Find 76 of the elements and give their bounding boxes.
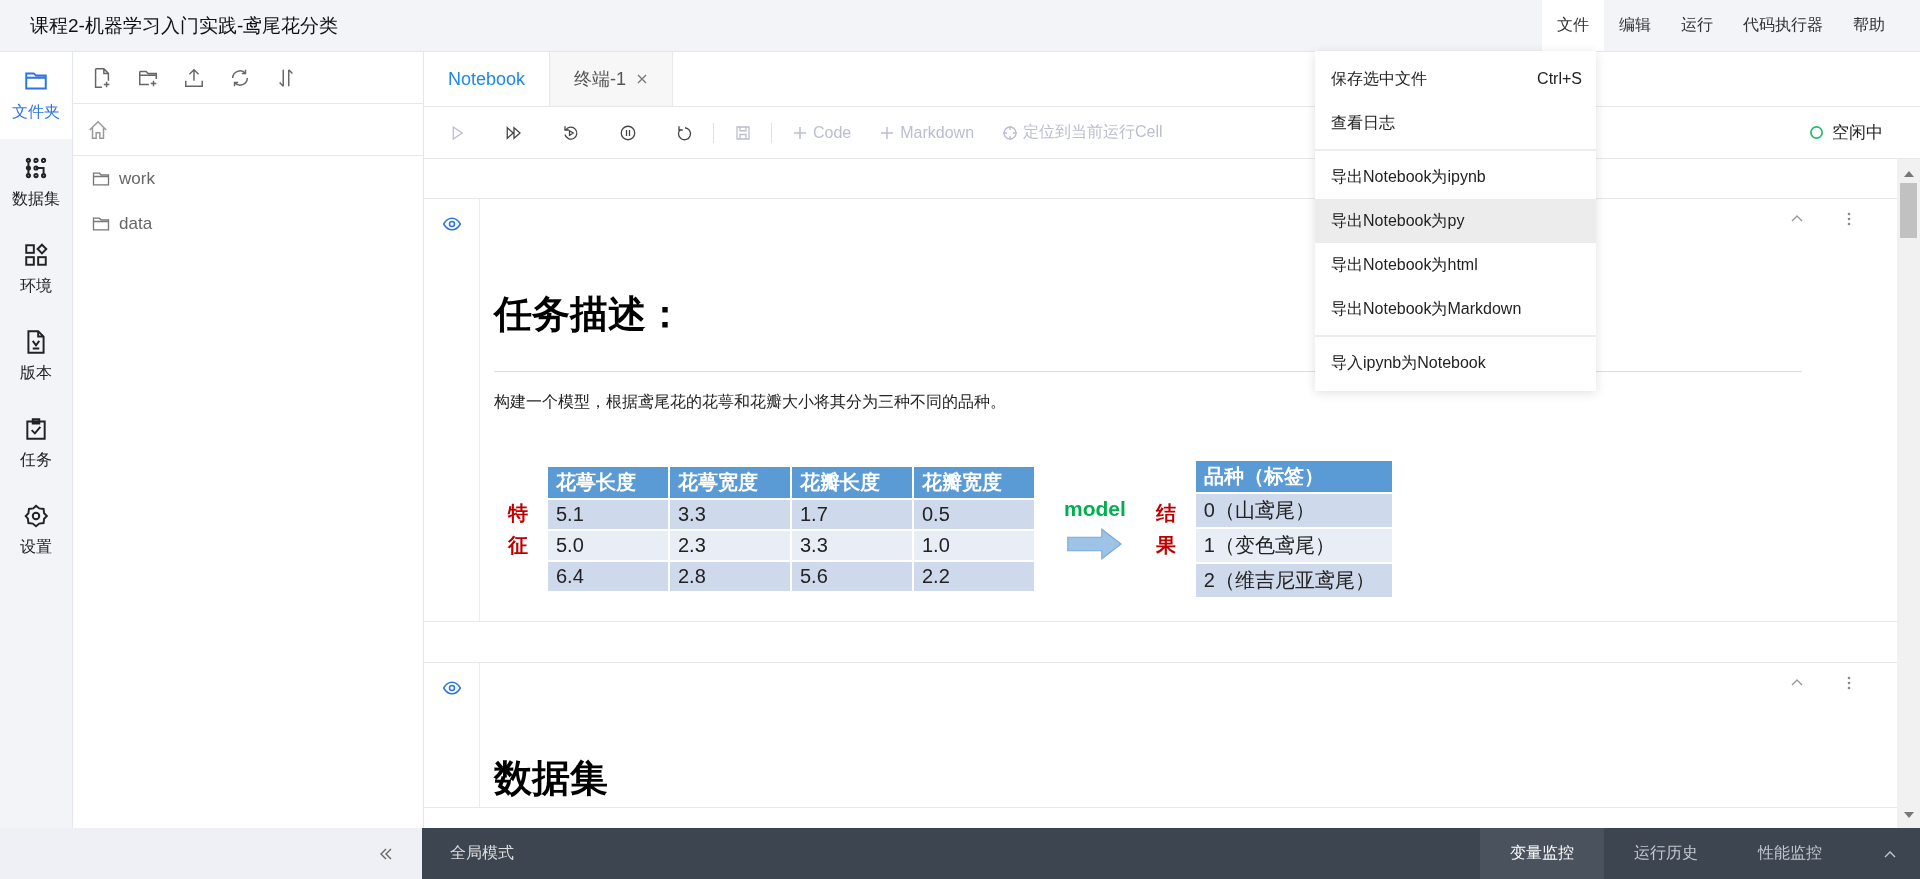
kernel-status: 空闲中 — [1832, 122, 1883, 144]
table-cell: 0（山鸢尾） — [1194, 493, 1393, 528]
table-cell: 2.3 — [669, 530, 791, 561]
global-mode-label: 全局模式 — [449, 843, 514, 863]
pause-icon[interactable] — [619, 123, 637, 142]
grid-icon — [23, 242, 49, 268]
table-header: 花萼宽度 — [669, 466, 791, 499]
table-cell: 1（变色鸢尾） — [1194, 528, 1393, 563]
idle-status-icon — [1809, 125, 1824, 140]
table-header: 品种（标签） — [1194, 460, 1393, 493]
table-header: 花萼长度 — [547, 466, 669, 499]
restart-icon[interactable] — [676, 123, 694, 142]
menu-item[interactable]: 文件 — [1542, 0, 1604, 51]
table-cell: 0.5 — [913, 499, 1035, 530]
dataset-icon — [23, 155, 49, 181]
table-cell: 3.3 — [669, 499, 791, 530]
sidebar-item[interactable]: 任务 — [0, 400, 72, 487]
plus-icon — [879, 124, 896, 141]
menu-item[interactable]: 导出Notebook为py — [1315, 199, 1596, 243]
settings-icon — [23, 503, 49, 529]
bottom-tab[interactable]: 性能监控 — [1728, 828, 1852, 879]
sidebar-item[interactable]: 设置 — [0, 487, 72, 574]
table-cell: 5.6 — [791, 561, 913, 592]
tab[interactable]: 终端-1 — [550, 52, 674, 106]
sidebar-item[interactable]: 版本 — [0, 313, 72, 400]
features-label: 特征 — [508, 501, 528, 558]
shortcut-text: Ctrl+S — [1537, 70, 1582, 88]
home-icon[interactable] — [87, 118, 109, 141]
table-cell: 2（维吉尼亚鸢尾） — [1194, 563, 1393, 598]
table-header: 花瓣宽度 — [913, 466, 1035, 499]
menu-item[interactable]: 编辑 — [1604, 0, 1666, 51]
menu-item[interactable]: 导出Notebook为Markdown — [1315, 287, 1596, 331]
scroll-up-icon[interactable] — [1903, 171, 1914, 177]
table-cell: 1.7 — [791, 499, 913, 530]
model-label: model — [1064, 497, 1126, 521]
menu-item[interactable]: 帮助 — [1838, 0, 1900, 51]
bottom-tab[interactable]: 运行历史 — [1604, 828, 1728, 879]
eye-icon[interactable] — [441, 678, 462, 698]
restart-run-icon[interactable] — [562, 123, 580, 142]
cell-heading: 数据集 — [494, 756, 608, 801]
table-cell: 2.2 — [913, 561, 1035, 592]
result-label: 结果 — [1155, 501, 1176, 558]
run-all-icon[interactable] — [505, 123, 523, 142]
upload-icon[interactable] — [183, 66, 205, 89]
bottom-tab[interactable]: 变量监控 — [1480, 828, 1604, 879]
table-cell: 6.4 — [547, 561, 669, 592]
close-icon[interactable] — [636, 73, 649, 85]
menu-item[interactable]: 导出Notebook为html — [1315, 243, 1596, 287]
table-cell: 2.8 — [669, 561, 791, 592]
menu-item[interactable]: 代码执行器 — [1728, 0, 1838, 51]
eye-icon[interactable] — [441, 214, 462, 234]
sidebar-item[interactable]: 文件夹 — [0, 52, 72, 139]
cell-heading: 任务描述： — [494, 292, 684, 337]
cell-paragraph: 构建一个模型，根据鸢尾花的花萼和花瓣大小将其分为三种不同的品种。 — [494, 392, 1006, 412]
folder-item[interactable]: data — [73, 201, 423, 246]
scroll-down-icon[interactable] — [1903, 812, 1914, 818]
menu-item[interactable]: 导入ipynb为Notebook — [1315, 341, 1596, 385]
menu-item[interactable]: 导出Notebook为ipynb — [1315, 155, 1596, 199]
table-cell: 5.0 — [547, 530, 669, 561]
scrollbar[interactable] — [1897, 159, 1920, 828]
sidebar-item[interactable]: 数据集 — [0, 139, 72, 226]
plus-icon — [792, 124, 808, 141]
page-title: 课程2-机器学习入门实践-鸢尾花分类 — [29, 13, 339, 38]
folder-item[interactable]: work — [73, 156, 423, 201]
menu-item[interactable]: 运行 — [1666, 0, 1728, 51]
clipboard-check-icon — [23, 416, 49, 442]
scrollbar-thumb[interactable] — [1900, 183, 1917, 238]
sidebar-item[interactable]: 环境 — [0, 226, 72, 313]
menu-item[interactable]: 保存选中文件 Ctrl+S — [1315, 57, 1596, 101]
table-cell: 3.3 — [791, 530, 913, 561]
arrow-icon — [1065, 527, 1124, 561]
target-icon — [1002, 124, 1019, 141]
table-header: 花瓣长度 — [791, 466, 913, 499]
table-cell: 1.0 — [913, 530, 1035, 561]
menu-item[interactable]: 查看日志 — [1315, 101, 1596, 145]
table-cell: 5.1 — [547, 499, 669, 530]
